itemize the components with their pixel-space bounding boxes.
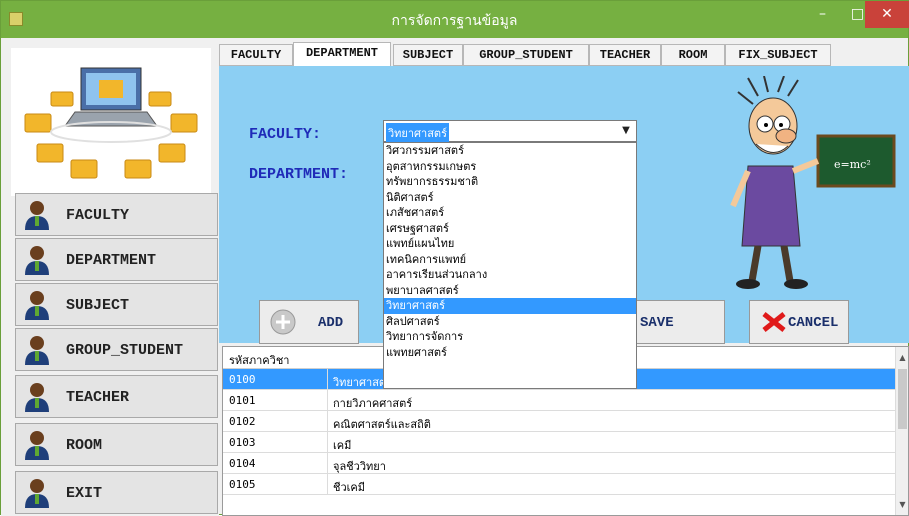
row-code: 0104 <box>229 457 256 470</box>
user-icon <box>25 246 49 275</box>
table-row[interactable]: 0105 ชีวเคมี <box>223 474 897 495</box>
table-row[interactable]: 0101 กายวิภาคศาสตร์ <box>223 390 897 411</box>
nav-teacher-button[interactable]: TEACHER <box>15 375 218 418</box>
tab-department[interactable]: DEPARTMENT <box>293 42 391 66</box>
row-code: 0102 <box>229 415 256 428</box>
tab-strip: FACULTY DEPARTMENT SUBJECT GROUP_STUDENT… <box>219 42 909 66</box>
dropdown-option[interactable]: อาคารเรียนส่วนกลาง <box>384 267 636 283</box>
user-icon <box>25 431 49 460</box>
table-row[interactable]: 0103 เคมี <box>223 432 897 453</box>
dropdown-option[interactable]: พยาบาลศาสตร์ <box>384 283 636 299</box>
add-label: ADD <box>318 315 344 331</box>
dropdown-option[interactable]: ศิลปศาสตร์ <box>384 314 636 330</box>
dropdown-option[interactable]: เศรษฐศาสตร์ <box>384 221 636 237</box>
sidebar: FACULTY DEPARTMENT SUBJECT GROUP_STUDENT… <box>1 38 219 516</box>
cancel-button[interactable]: CANCEL <box>749 300 849 344</box>
dropdown-option-selected[interactable]: วิทยาศาสตร์ <box>384 298 636 314</box>
scroll-down-icon[interactable]: ▼ <box>896 498 909 511</box>
dropdown-option[interactable]: วิทยาการจัดการ <box>384 329 636 345</box>
dropdown-option[interactable]: นิติศาสตร์ <box>384 190 636 206</box>
faculty-selected-value: วิทยาศาสตร์ <box>386 123 449 143</box>
user-icon <box>25 291 49 320</box>
user-icon <box>25 479 49 508</box>
close-icon <box>762 312 786 332</box>
plus-icon <box>270 309 296 335</box>
nav-room-label: ROOM <box>66 437 103 454</box>
nav-exit-button[interactable]: EXIT <box>15 471 218 514</box>
row-name: คณิตศาสตร์และสถิติ <box>333 418 431 431</box>
professor-illustration: e=mc² <box>718 75 898 296</box>
nav-exit-label: EXIT <box>66 485 103 502</box>
chevron-down-icon[interactable]: ▼ <box>616 121 636 141</box>
nav-subject-label: SUBJECT <box>66 297 130 314</box>
nav-faculty-button[interactable]: FACULTY <box>15 193 218 236</box>
row-code: 0105 <box>229 478 256 491</box>
faculty-dropdown-list[interactable]: วิศวกรรมศาสตร์ อุตสาหกรรมเกษตร ทรัพยากรธ… <box>383 142 637 389</box>
cancel-label: CANCEL <box>788 315 839 331</box>
window-title: การจัดการฐานข้อมูล <box>391 13 518 29</box>
dropdown-option[interactable]: เทคนิคการแพทย์ <box>384 252 636 268</box>
scroll-up-icon[interactable]: ▲ <box>896 351 909 364</box>
user-icon <box>25 201 49 230</box>
nav-subject-button[interactable]: SUBJECT <box>15 283 218 326</box>
user-icon <box>25 383 49 412</box>
minimize-button[interactable]: – <box>805 1 840 28</box>
nav-group-student-button[interactable]: GROUP_STUDENT <box>15 328 218 371</box>
add-button[interactable]: ADD <box>259 300 359 344</box>
tab-faculty[interactable]: FACULTY <box>219 44 293 66</box>
nav-room-button[interactable]: ROOM <box>15 423 218 466</box>
row-code: 0103 <box>229 436 256 449</box>
dropdown-option[interactable]: เภสัชศาสตร์ <box>384 205 636 221</box>
row-code: 0101 <box>229 394 256 407</box>
row-code: 0100 <box>229 373 256 386</box>
dropdown-option[interactable]: แพทยศาสตร์ <box>384 345 636 361</box>
tab-teacher[interactable]: TEACHER <box>589 44 661 66</box>
main-window: การจัดการฐานข้อมูล – □ ✕ FACULTY DEPARTM… <box>0 0 909 516</box>
row-name: เคมี <box>333 439 352 452</box>
database-logo <box>11 48 211 196</box>
dropdown-option[interactable]: ทรัพยากรธรรมชาติ <box>384 174 636 190</box>
title-bar[interactable]: การจัดการฐานข้อมูล – □ ✕ <box>1 1 909 38</box>
dropdown-option[interactable]: แพทย์แผนไทย <box>384 236 636 252</box>
nav-department-label: DEPARTMENT <box>66 252 157 269</box>
nav-teacher-label: TEACHER <box>66 389 130 406</box>
nav-faculty-label: FACULTY <box>66 207 130 224</box>
tab-subject[interactable]: SUBJECT <box>393 44 463 66</box>
row-name: ชีวเคมี <box>333 481 366 494</box>
svg-text:e=mc²: e=mc² <box>834 158 871 171</box>
scroll-thumb[interactable] <box>898 369 907 429</box>
save-button[interactable]: SAVE <box>631 300 725 344</box>
row-name: กายวิภาคศาสตร์ <box>333 397 413 410</box>
nav-department-button[interactable]: DEPARTMENT <box>15 238 218 281</box>
dropdown-option[interactable]: วิศวกรรมศาสตร์ <box>384 143 636 159</box>
tab-room[interactable]: ROOM <box>661 44 725 66</box>
faculty-label: FACULTY: <box>249 126 322 143</box>
user-icon <box>25 336 49 365</box>
faculty-combobox[interactable]: วิทยาศาสตร์ ▼ <box>383 120 637 143</box>
save-label: SAVE <box>640 315 674 331</box>
table-row[interactable]: 0104 จุลชีววิทยา <box>223 453 897 474</box>
nav-group-student-label: GROUP_STUDENT <box>66 342 184 359</box>
tab-group-student[interactable]: GROUP_STUDENT <box>463 44 589 66</box>
dropdown-option[interactable]: อุตสาหกรรมเกษตร <box>384 159 636 175</box>
grid-vertical-scrollbar[interactable]: ▲ ▼ <box>895 347 908 515</box>
department-label: DEPARTMENT: <box>249 166 349 183</box>
close-button[interactable]: ✕ <box>865 1 909 28</box>
tab-fix-subject[interactable]: FIX_SUBJECT <box>725 44 831 66</box>
table-row[interactable]: 0102 คณิตศาสตร์และสถิติ <box>223 411 897 432</box>
grid-column-code[interactable]: รหัสภาควิชา <box>229 351 289 369</box>
row-name: จุลชีววิทยา <box>333 460 386 473</box>
